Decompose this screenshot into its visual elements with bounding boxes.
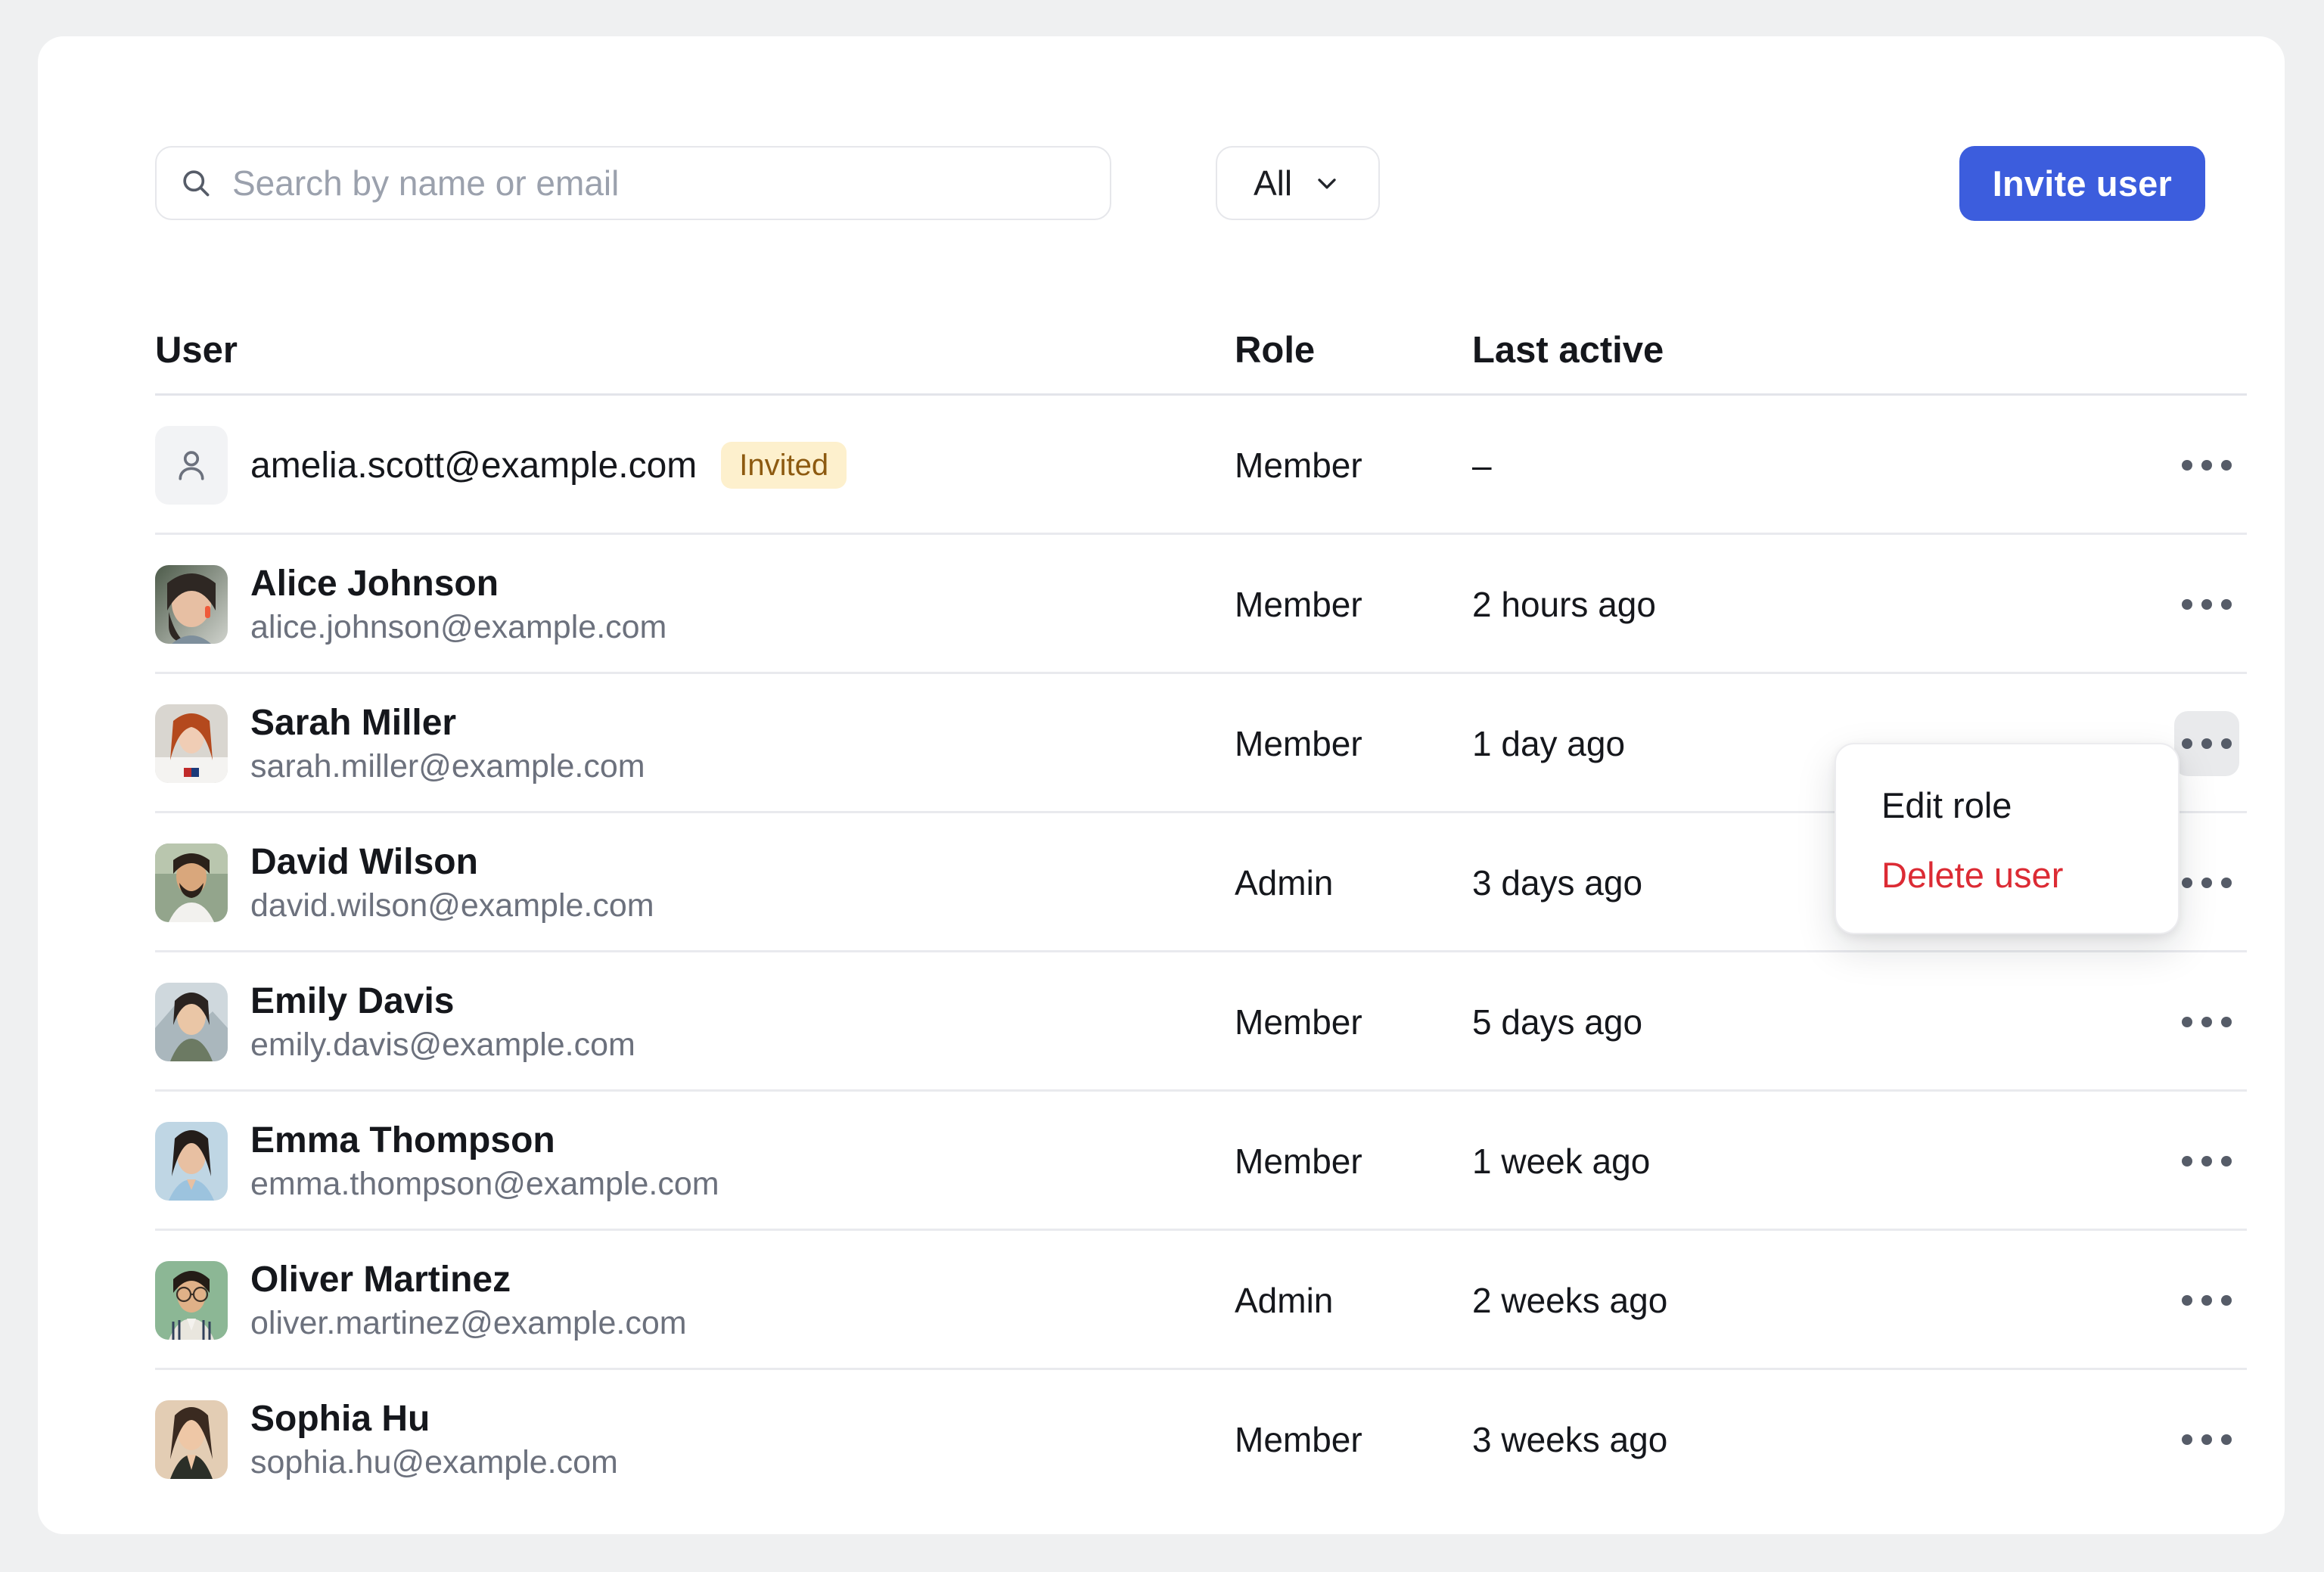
- user-email: emma.thompson@example.com: [250, 1165, 719, 1202]
- user-identity: Oliver Martinez oliver.martinez@example.…: [250, 1260, 687, 1341]
- role-cell: Member: [1235, 446, 1362, 485]
- row-menu-button[interactable]: [2174, 850, 2239, 915]
- user-identity: David Wilson david.wilson@example.com: [250, 842, 654, 924]
- invite-user-button[interactable]: Invite user: [1959, 146, 2205, 221]
- user-name: Emily Davis: [250, 981, 455, 1022]
- table-row[interactable]: amelia.scott@example.com Invited Member …: [155, 396, 2247, 535]
- avatar: [155, 1261, 228, 1340]
- toolbar: All Invite user: [117, 112, 2205, 221]
- role-cell: Member: [1235, 585, 1362, 624]
- avatar: [155, 1400, 228, 1479]
- last-active-cell: –: [1472, 446, 1492, 485]
- row-actions: [2174, 1231, 2239, 1370]
- role-cell: Admin: [1235, 1281, 1334, 1320]
- row-actions: [2174, 1092, 2239, 1231]
- user-identity: Sophia Hu sophia.hu@example.com: [250, 1399, 618, 1480]
- user-email: oliver.martinez@example.com: [250, 1304, 687, 1341]
- table-header: User Role Last active: [155, 305, 2247, 396]
- user-identity: amelia.scott@example.com Invited: [250, 442, 847, 489]
- column-header-user: User: [155, 330, 238, 371]
- table-row[interactable]: Alice Johnson alice.johnson@example.com …: [155, 535, 2247, 674]
- row-menu-button[interactable]: [2174, 1407, 2239, 1472]
- avatar: [155, 565, 228, 644]
- table-row[interactable]: Sophia Hu sophia.hu@example.com Member 3…: [155, 1370, 2247, 1509]
- row-context-menu: Edit role Delete user: [1835, 743, 2180, 934]
- column-header-last-active: Last active: [1472, 330, 1664, 371]
- row-menu-button[interactable]: [2174, 433, 2239, 498]
- user-cell: Alice Johnson alice.johnson@example.com: [155, 535, 666, 674]
- last-active-cell: 2 hours ago: [1472, 585, 1656, 624]
- role-cell: Member: [1235, 1420, 1362, 1459]
- user-email: david.wilson@example.com: [250, 887, 654, 924]
- table-row[interactable]: Emma Thompson emma.thompson@example.com …: [155, 1092, 2247, 1231]
- last-active-cell: 1 week ago: [1472, 1142, 1651, 1181]
- row-menu-button[interactable]: [2174, 1129, 2239, 1194]
- user-name: Sophia Hu: [250, 1399, 430, 1440]
- user-name: Alice Johnson: [250, 564, 499, 604]
- row-actions: [2174, 952, 2239, 1092]
- row-menu-button[interactable]: [2174, 1268, 2239, 1333]
- search-field[interactable]: [155, 146, 1111, 220]
- user-name: David Wilson: [250, 842, 478, 883]
- user-name: Sarah Miller: [250, 703, 457, 744]
- user-cell: Oliver Martinez oliver.martinez@example.…: [155, 1231, 687, 1370]
- row-menu-button[interactable]: [2174, 989, 2239, 1055]
- last-active-cell: 2 weeks ago: [1472, 1281, 1668, 1320]
- avatar-placeholder: [155, 426, 228, 505]
- table-row[interactable]: Oliver Martinez oliver.martinez@example.…: [155, 1231, 2247, 1370]
- avatar: [155, 1122, 228, 1201]
- app-root: All Invite user User Role Last active: [0, 0, 2324, 1572]
- role-cell: Admin: [1235, 863, 1334, 903]
- user-email: sophia.hu@example.com: [250, 1443, 618, 1480]
- role-cell: Member: [1235, 724, 1362, 763]
- last-active-cell: 5 days ago: [1472, 1002, 1643, 1042]
- user-email: sarah.miller@example.com: [250, 747, 645, 784]
- user-cell: Emma Thompson emma.thompson@example.com: [155, 1092, 719, 1231]
- row-actions: [2174, 535, 2239, 674]
- user-cell: Sarah Miller sarah.miller@example.com: [155, 674, 645, 813]
- last-active-cell: 1 day ago: [1472, 724, 1626, 763]
- chevron-down-icon: [1312, 168, 1342, 198]
- user-email: emily.davis@example.com: [250, 1026, 635, 1063]
- last-active-cell: 3 weeks ago: [1472, 1420, 1668, 1459]
- menu-item-edit-role[interactable]: Edit role: [1836, 770, 2178, 840]
- last-active-cell: 3 days ago: [1472, 863, 1643, 903]
- row-menu-button-active[interactable]: [2174, 711, 2239, 776]
- user-identity: Sarah Miller sarah.miller@example.com: [250, 703, 645, 784]
- row-actions: [2174, 396, 2239, 535]
- status-badge: Invited: [721, 442, 847, 489]
- user-name: Oliver Martinez: [250, 1260, 511, 1300]
- user-email: alice.johnson@example.com: [250, 608, 667, 645]
- user-identity: Alice Johnson alice.johnson@example.com: [250, 564, 666, 645]
- user-identity: Emma Thompson emma.thompson@example.com: [250, 1120, 719, 1202]
- user-cell: Emily Davis emily.davis@example.com: [155, 952, 635, 1092]
- user-cell: Sophia Hu sophia.hu@example.com: [155, 1370, 618, 1509]
- menu-item-delete-user[interactable]: Delete user: [1836, 840, 2178, 909]
- user-name: Emma Thompson: [250, 1120, 555, 1161]
- row-actions: [2174, 674, 2239, 813]
- row-actions: [2174, 1370, 2239, 1509]
- search-input[interactable]: [232, 163, 1087, 203]
- role-filter-select[interactable]: All: [1216, 146, 1380, 220]
- avatar: [155, 843, 228, 922]
- row-actions: [2174, 813, 2239, 952]
- user-cell: amelia.scott@example.com Invited: [155, 396, 847, 535]
- avatar: [155, 704, 228, 783]
- table-row[interactable]: Emily Davis emily.davis@example.com Memb…: [155, 952, 2247, 1092]
- role-cell: Member: [1235, 1002, 1362, 1042]
- role-cell: Member: [1235, 1142, 1362, 1181]
- role-filter-value: All: [1253, 163, 1293, 203]
- user-email: amelia.scott@example.com: [250, 445, 698, 486]
- user-cell: David Wilson david.wilson@example.com: [155, 813, 654, 952]
- search-icon: [179, 166, 213, 200]
- user-identity: Emily Davis emily.davis@example.com: [250, 981, 635, 1063]
- column-header-role: Role: [1235, 330, 1316, 371]
- avatar: [155, 983, 228, 1061]
- row-menu-button[interactable]: [2174, 572, 2239, 637]
